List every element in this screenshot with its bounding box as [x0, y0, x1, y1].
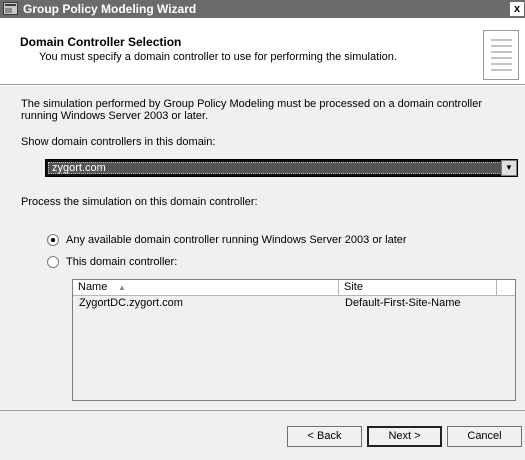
wizard-footer: < Back Next > Cancel	[0, 410, 525, 460]
close-button[interactable]: x	[510, 2, 524, 16]
radio-this-dc-button[interactable]	[47, 256, 59, 268]
radio-any-dc-button[interactable]	[47, 234, 59, 246]
page-title: Domain Controller Selection	[20, 35, 182, 49]
radio-any-dc[interactable]: Any available domain controller running …	[47, 234, 507, 248]
radio-this-dc[interactable]: This domain controller:	[47, 256, 247, 270]
wizard-content: The simulation performed by Group Policy…	[0, 86, 525, 410]
dropdown-arrow-icon[interactable]: ▼	[501, 160, 517, 176]
process-label: Process the simulation on this domain co…	[21, 196, 258, 208]
document-icon	[483, 30, 519, 80]
list-row[interactable]: ZygortDC.zygort.com Default-First-Site-N…	[73, 297, 515, 311]
domain-value-focus: zygort.com	[48, 162, 502, 174]
radio-any-dc-label: Any available domain controller running …	[66, 234, 407, 246]
domain-dropdown[interactable]: zygort.com ▼	[45, 159, 518, 177]
row-site-cell: Default-First-Site-Name	[345, 297, 461, 309]
radio-this-dc-label: This domain controller:	[66, 256, 178, 268]
column-name-label: Name	[78, 281, 108, 293]
list-header: Name ▲ Site	[73, 280, 515, 296]
column-header-site[interactable]: Site	[339, 280, 497, 296]
domain-controller-list[interactable]: Name ▲ Site ZygortDC.zygort.com Default-…	[72, 279, 516, 401]
wizard-header: Domain Controller Selection You must spe…	[0, 18, 525, 85]
cancel-button[interactable]: Cancel	[447, 426, 522, 447]
domain-value: zygort.com	[52, 162, 106, 174]
description-text: The simulation performed by Group Policy…	[21, 98, 483, 122]
domain-label: Show domain controllers in this domain:	[21, 136, 216, 148]
column-header-name[interactable]: Name ▲	[73, 280, 339, 296]
sort-ascending-icon: ▲	[118, 283, 126, 292]
window-title: Group Policy Modeling Wizard	[23, 2, 197, 16]
page-subtitle: You must specify a domain controller to …	[39, 51, 397, 63]
column-site-label: Site	[344, 281, 363, 293]
wizard-app-icon	[3, 2, 18, 15]
title-bar: Group Policy Modeling Wizard x	[0, 0, 525, 18]
row-name-cell: ZygortDC.zygort.com	[79, 297, 183, 309]
back-button[interactable]: < Back	[287, 426, 362, 447]
next-button[interactable]: Next >	[367, 426, 442, 447]
